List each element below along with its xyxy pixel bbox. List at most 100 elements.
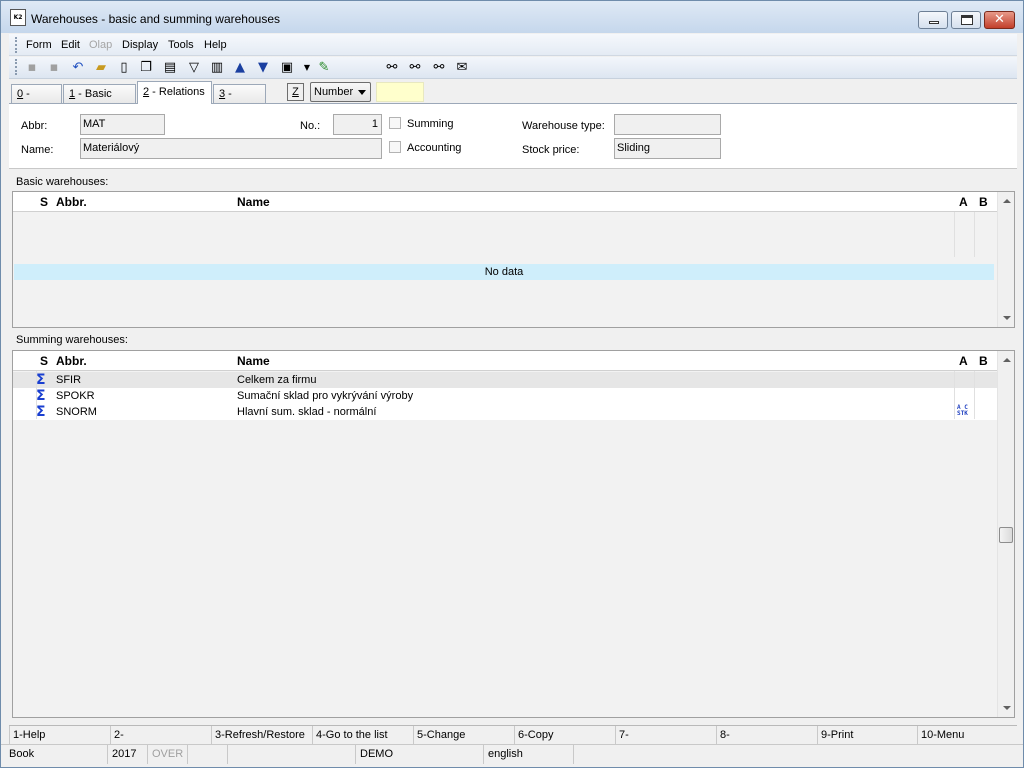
arrow-up-icon[interactable]: ▲ [231,59,249,77]
open-folder-icon[interactable]: ▰ [92,59,110,77]
col-s-header[interactable]: S [40,195,48,209]
col-b-header[interactable]: B [979,354,988,368]
name-field[interactable]: Materiálový [80,138,382,159]
title-bar[interactable]: K2 Warehouses - basic and summing wareho… [1,1,1023,33]
tab-zones[interactable]: 3 - Zones [213,84,266,119]
email-icon[interactable]: ✉ [453,59,471,77]
function-key-bar: 1-Help 2- 3-Refresh/Restore 4-Go to the … [9,725,1017,744]
f1-help-button[interactable]: 1-Help [9,726,110,744]
minimize-button[interactable] [918,11,948,29]
col-a-header[interactable]: A [959,354,968,368]
menu-bar: Form Edit Olap Display Tools Help [9,34,1017,56]
menu-edit[interactable]: Edit [61,39,80,51]
menu-form[interactable]: Form [26,39,52,51]
arrow-down-icon[interactable]: ▼ [254,59,272,77]
summing-warehouses-grid[interactable]: S Abbr. Name A B Σ SFIR Celkem za firmu … [12,350,1015,718]
menu-olap: Olap [89,39,113,51]
maximize-button[interactable] [951,11,981,29]
summing-label: Summing [407,118,454,130]
print-preview-icon[interactable]: ▣ [278,59,296,77]
abbr-field[interactable]: MAT [80,114,165,135]
filter-icon[interactable]: ▽ [185,59,203,77]
col-name-header[interactable]: Name [237,195,270,209]
menu-display[interactable]: Display [122,39,158,51]
col-divider [954,212,955,257]
row-name: Sumační sklad pro vykrývání výroby [237,390,414,402]
table-row[interactable]: Σ SPOKR Sumační sklad pro vykrývání výro… [13,388,997,404]
quick-search-input[interactable] [376,82,424,102]
warehouse-type-field[interactable] [614,114,721,135]
scroll-up-icon[interactable] [1003,358,1011,362]
f9-print-button[interactable]: 9-Print [817,726,917,744]
row-abbr: SFIR [56,374,82,386]
col-a-header[interactable]: A [959,195,968,209]
menu-help[interactable]: Help [204,39,227,51]
binoculars-icon[interactable]: ⚯ [383,59,401,77]
number-field[interactable]: 1 [333,114,382,135]
f3-refresh-button[interactable]: 3-Refresh/Restore [211,726,312,744]
f6-copy-button[interactable]: 6-Copy [514,726,615,744]
header-form: Abbr: MAT No.: 1 Summing Warehouse type:… [9,103,1017,169]
new-document-icon[interactable]: ▯ [115,59,133,77]
table-row[interactable]: Σ SFIR Celkem za firmu [13,372,997,388]
copy-document-icon[interactable]: ❐ [137,59,155,77]
f10-menu-button[interactable]: 10-Menu [917,726,1017,744]
col-name-header[interactable]: Name [237,354,270,368]
basic-grid-scrollbar[interactable] [997,192,1014,327]
book-icon[interactable]: ▤ [161,59,179,77]
filter-document-icon[interactable]: ▥ [208,59,226,77]
scroll-down-icon[interactable] [1003,706,1011,710]
tab-basic-data[interactable]: 1 - Basic data [63,84,136,119]
tab-relations[interactable]: 2 - Relations [137,81,212,104]
save-icon[interactable]: ▪ [23,59,41,77]
accounting-checkbox[interactable] [389,141,401,153]
sort-select[interactable]: Number [310,82,371,102]
find-next-icon[interactable]: ⚯ [406,59,424,77]
accounting-label: Accounting [407,142,462,154]
undo-icon[interactable]: ↶ [69,59,87,77]
basic-warehouses-grid[interactable]: S Abbr. Name A B No data [12,191,1015,328]
dropdown-arrow-icon[interactable]: ▼ [298,59,316,77]
toolbar-grip-icon[interactable] [15,59,17,75]
stock-price-label: Stock price: [522,144,580,156]
status-empty-1 [187,745,227,764]
status-language: english [483,745,573,764]
summing-grid-scrollbar[interactable] [997,351,1014,717]
col-abbr-header[interactable]: Abbr. [56,195,87,209]
sort-toggle-button[interactable]: Z [287,83,304,101]
f7-button[interactable]: 7- [615,726,716,744]
f8-button[interactable]: 8- [716,726,817,744]
find-previous-icon[interactable]: ⚯ [430,59,448,77]
scroll-down-icon[interactable] [1003,316,1011,320]
menu-tools[interactable]: Tools [168,39,194,51]
warehouse-type-label: Warehouse type: [522,120,605,132]
f2-button[interactable]: 2- [110,726,211,744]
stock-price-field[interactable]: Sliding [614,138,721,159]
col-s-header[interactable]: S [40,354,48,368]
summing-grid-header: S Abbr. Name A B [13,351,997,371]
sigma-icon: Σ [36,404,46,420]
status-overwrite: OVER [147,745,187,764]
row-name: Celkem za firmu [237,374,317,386]
chevron-down-icon [358,90,366,95]
close-button[interactable]: ✕ [984,11,1015,29]
f5-change-button[interactable]: 5-Change [413,726,514,744]
table-row[interactable]: Σ SNORM Hlavní sum. sklad - normální A C… [13,404,997,420]
summing-checkbox[interactable] [389,117,401,129]
col-divider [36,371,37,419]
row-abbr: SPOKR [56,390,95,402]
col-divider [974,371,975,419]
export-icon[interactable]: ✎ [315,59,333,77]
basic-grid-header: S Abbr. Name A B [13,192,997,212]
col-abbr-header[interactable]: Abbr. [56,354,87,368]
col-divider [974,212,975,257]
f4-go-to-list-button[interactable]: 4-Go to the list [312,726,413,744]
save-as-icon[interactable]: ▪ [45,59,63,77]
scroll-up-icon[interactable] [1003,199,1011,203]
menu-grip-icon[interactable] [15,37,17,53]
minimize-icon [929,21,939,24]
app-icon[interactable]: K2 [10,9,26,26]
tab-book[interactable]: 0 - Book [11,84,62,119]
scroll-thumb[interactable] [999,527,1013,543]
col-b-header[interactable]: B [979,195,988,209]
